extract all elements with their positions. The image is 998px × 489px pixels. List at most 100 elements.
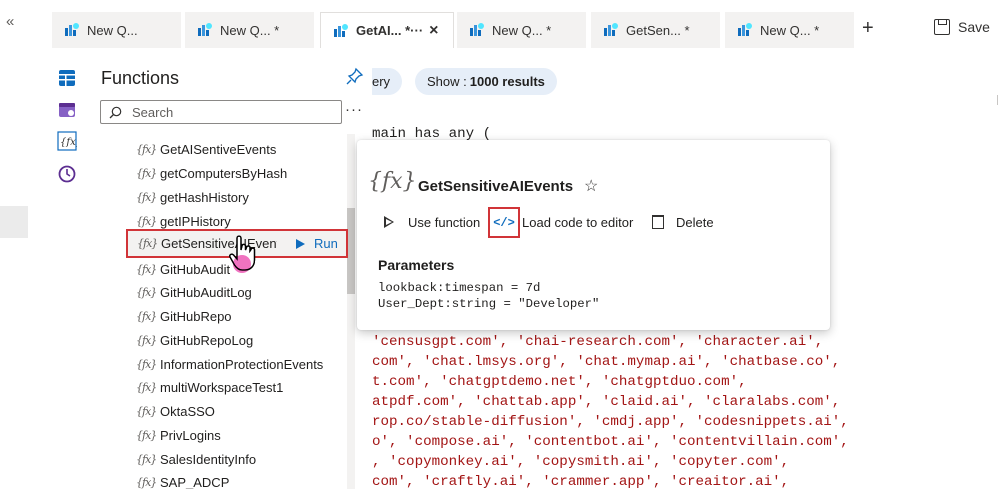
function-item[interactable]: {fx} GitHubRepo (136, 306, 232, 326)
collapse-icon[interactable]: « (6, 14, 22, 30)
function-item[interactable]: {fx} getIPHistory (136, 211, 231, 231)
fx-icon: {fx} (136, 142, 157, 156)
function-search[interactable] (100, 100, 342, 124)
more-icon[interactable]: ··· (345, 101, 363, 118)
code-line: rop.co/stable-diffusion', 'cmdj.app', 'c… (372, 414, 849, 430)
function-label: GetAISentiveEvents (160, 141, 277, 157)
kql-tab-icon (604, 23, 618, 36)
fx-icon: {fx} (136, 404, 157, 418)
kql-tab-icon (334, 23, 348, 37)
tab-query-1[interactable]: New Q... (52, 12, 181, 48)
use-function-button[interactable]: Use function (384, 213, 480, 231)
show-prefix: Show : (427, 74, 467, 89)
function-item[interactable]: {fx} SAP_ADCP (136, 472, 229, 489)
function-label: GitHubRepoLog (160, 332, 254, 348)
queries-icon[interactable] (57, 100, 77, 120)
add-tab-icon[interactable]: + (862, 18, 874, 38)
delete-label: Delete (676, 214, 714, 230)
hand-cursor-icon (229, 235, 256, 273)
run-function-button[interactable]: Run (296, 236, 338, 251)
search-icon (109, 106, 122, 118)
play-icon (384, 216, 394, 228)
fx-icon: {fx} (136, 333, 157, 347)
function-item[interactable]: {fx} InformationProtectionEvents (136, 354, 323, 374)
close-icon[interactable]: × (429, 22, 438, 40)
fx-icon: {fx} (136, 262, 157, 276)
fx-icon: {fx} (136, 357, 157, 371)
tab-label: New Q... * (492, 22, 552, 38)
tab-getsen[interactable]: GetSen... * (591, 12, 720, 48)
code-icon[interactable]: </> (488, 207, 520, 238)
fx-icon: {fx} (137, 237, 158, 250)
kql-tab-icon (198, 23, 212, 36)
function-item[interactable]: {fx} GitHubRepoLog (136, 330, 253, 350)
function-item[interactable]: {fx} OktaSSO (136, 401, 215, 421)
code-line: atpdf.com', 'chattab.app', 'claid.ai', '… (372, 394, 841, 410)
history-icon[interactable] (57, 164, 77, 184)
fx-icon: {fx} (136, 380, 157, 394)
function-item[interactable]: {fx} GitHubAudit (136, 259, 230, 279)
function-label: PrivLogins (160, 427, 221, 443)
use-function-label: Use function (408, 214, 481, 230)
code-line: t.com', 'chatgptdemo.net', 'chatgptduo.c… (372, 374, 747, 390)
fx-icon: {fx} (136, 190, 157, 204)
functions-icon[interactable]: {fx} (57, 131, 77, 151)
tab-label: GetAI... *··· (356, 23, 424, 38)
panel-title: Functions (101, 68, 180, 88)
star-icon[interactable]: ☆ (584, 176, 598, 196)
fx-icon: {fx} (136, 214, 157, 228)
parameter-line: lookback:timespan = 7d (378, 281, 541, 295)
run-label: Run (314, 236, 338, 251)
search-input[interactable] (132, 104, 332, 120)
panel-scrollbar[interactable] (347, 134, 355, 489)
fx-icon: {fx} (136, 452, 157, 466)
fx-icon: {fx} (368, 169, 417, 194)
show-results-button[interactable]: Show : 1000 results (415, 68, 557, 95)
save-button[interactable]: Save (934, 19, 990, 35)
load-code-label: Load code to editor (522, 214, 634, 230)
pin-icon[interactable] (346, 67, 364, 85)
delete-button[interactable]: Delete (652, 213, 714, 231)
parameter-line: User_Dept:string = "Developer" (378, 297, 600, 311)
card-title: GetSensitiveAIEvents (418, 178, 574, 195)
tab-label: GetSen... * (626, 22, 690, 38)
tab-getai-active[interactable]: GetAI... *··· × (320, 12, 454, 48)
kql-tab-icon (470, 23, 484, 36)
function-label: GitHubAuditLog (160, 284, 252, 300)
save-label: Save (958, 19, 990, 35)
fx-icon: {fx} (136, 475, 157, 489)
function-item[interactable]: {fx} GitHubAuditLog (136, 282, 252, 302)
show-value: 1000 results (469, 74, 545, 89)
tab-query-6[interactable]: New Q... * (725, 12, 854, 48)
function-item[interactable]: {fx} PrivLogins (136, 425, 221, 445)
svg-text:{fx}: {fx} (60, 137, 77, 148)
tab-query-4[interactable]: New Q... * (457, 12, 586, 48)
function-label: multiWorkspaceTest1 (160, 379, 284, 395)
fx-icon: {fx} (136, 428, 157, 442)
code-line: com', 'craftly.ai', 'crammer.app', 'crea… (372, 474, 790, 489)
run-query-label: ery (372, 74, 391, 89)
scroll-thumb[interactable] (347, 208, 355, 294)
function-label: InformationProtectionEvents (160, 356, 324, 372)
function-item[interactable]: {fx} SalesIdentityInfo (136, 449, 256, 469)
function-label: getIPHistory (160, 213, 231, 229)
function-item[interactable]: {fx} getHashHistory (136, 187, 249, 207)
kql-tab-icon (65, 23, 79, 36)
tab-query-2[interactable]: New Q... * (185, 12, 314, 48)
function-label: SalesIdentityInfo (160, 451, 257, 467)
save-icon (934, 19, 950, 35)
function-item[interactable]: {fx} GetAISentiveEvents (136, 139, 276, 159)
function-item[interactable]: {fx} multiWorkspaceTest1 (136, 377, 283, 397)
function-label: OktaSSO (160, 403, 215, 419)
tables-icon[interactable] (57, 68, 77, 88)
function-label: GitHubRepo (160, 308, 232, 324)
function-item[interactable]: {fx} getComputersByHash (136, 163, 287, 183)
function-label: getHashHistory (160, 189, 249, 205)
play-icon (296, 238, 305, 249)
code-line: , 'copymonkey.ai', 'copysmith.ai', 'copy… (372, 454, 790, 470)
left-nav-highlight (0, 206, 28, 238)
parameters-heading: Parameters (378, 257, 455, 273)
tab-label: New Q... * (760, 22, 820, 38)
load-code-button[interactable]: Load code to editor (522, 213, 633, 231)
function-label: SAP_ADCP (160, 474, 230, 489)
